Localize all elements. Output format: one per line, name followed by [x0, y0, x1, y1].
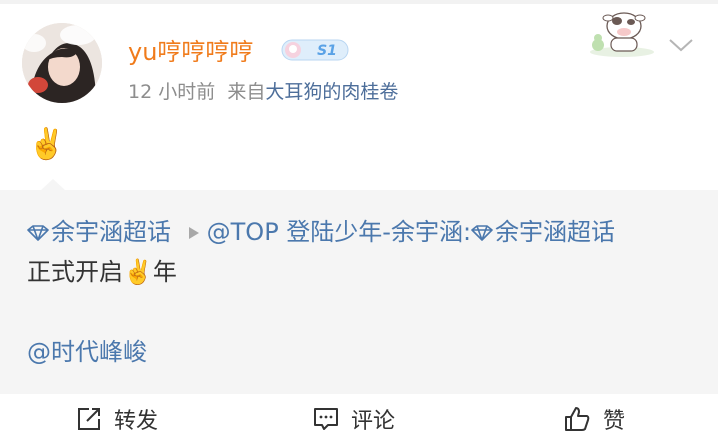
repost-label: 转发	[114, 408, 159, 434]
post-time: 12 小时前	[128, 81, 216, 103]
repost-text-start: 正式开启	[27, 258, 123, 286]
like-icon	[565, 406, 590, 431]
triangle-separator-icon	[188, 227, 199, 239]
comment-label: 评论	[351, 408, 396, 434]
topic-link-b[interactable]: 余宇涵超话	[471, 218, 615, 246]
repost-emoji: ✌️	[123, 258, 153, 286]
top-divider	[0, 0, 718, 4]
vip-level-text: S1	[317, 43, 337, 59]
repost-line-1: 余宇涵超话 @TOP 登陆少年-余宇涵: 余宇涵超话	[27, 216, 615, 248]
source-prefix: 来自	[227, 81, 266, 103]
post-meta: 12 小时前 来自大耳狗的肉桂卷	[128, 79, 398, 105]
cow-sticker-icon	[590, 12, 654, 57]
chevron-down-icon[interactable]	[668, 36, 694, 54]
topic-b-text: 余宇涵超话	[495, 218, 616, 246]
vip-badge[interactable]: S1	[281, 38, 349, 62]
diamond-topic-icon	[471, 225, 493, 241]
source-name[interactable]: 大耳狗的肉桂卷	[265, 81, 398, 103]
username[interactable]: yu哼哼哼哼	[128, 37, 253, 67]
repost-text-end: 年	[152, 258, 177, 286]
like-label: 赞	[603, 408, 626, 434]
repost-icon	[78, 407, 100, 430]
repost-line-2: 正式开启✌️年	[27, 256, 177, 288]
topic-a-text: 余宇涵超话	[51, 218, 171, 246]
repost-line-3: @时代峰峻	[27, 336, 147, 368]
mention-link-2[interactable]: @时代峰峻	[27, 338, 147, 366]
like-button[interactable]: 赞	[563, 394, 625, 443]
avatar[interactable]	[22, 23, 102, 103]
topic-link-a[interactable]: 余宇涵超话	[27, 218, 179, 246]
mention-link[interactable]: @TOP 登陆少年-余宇涵:	[207, 218, 471, 246]
diamond-topic-icon	[27, 225, 49, 241]
comment-icon	[314, 407, 338, 430]
post-content: ✌️	[28, 127, 66, 162]
repost-button[interactable]: 转发	[76, 394, 158, 443]
action-bar: 转发 评论 赞	[0, 394, 718, 443]
comment-button[interactable]: 评论	[313, 394, 395, 443]
